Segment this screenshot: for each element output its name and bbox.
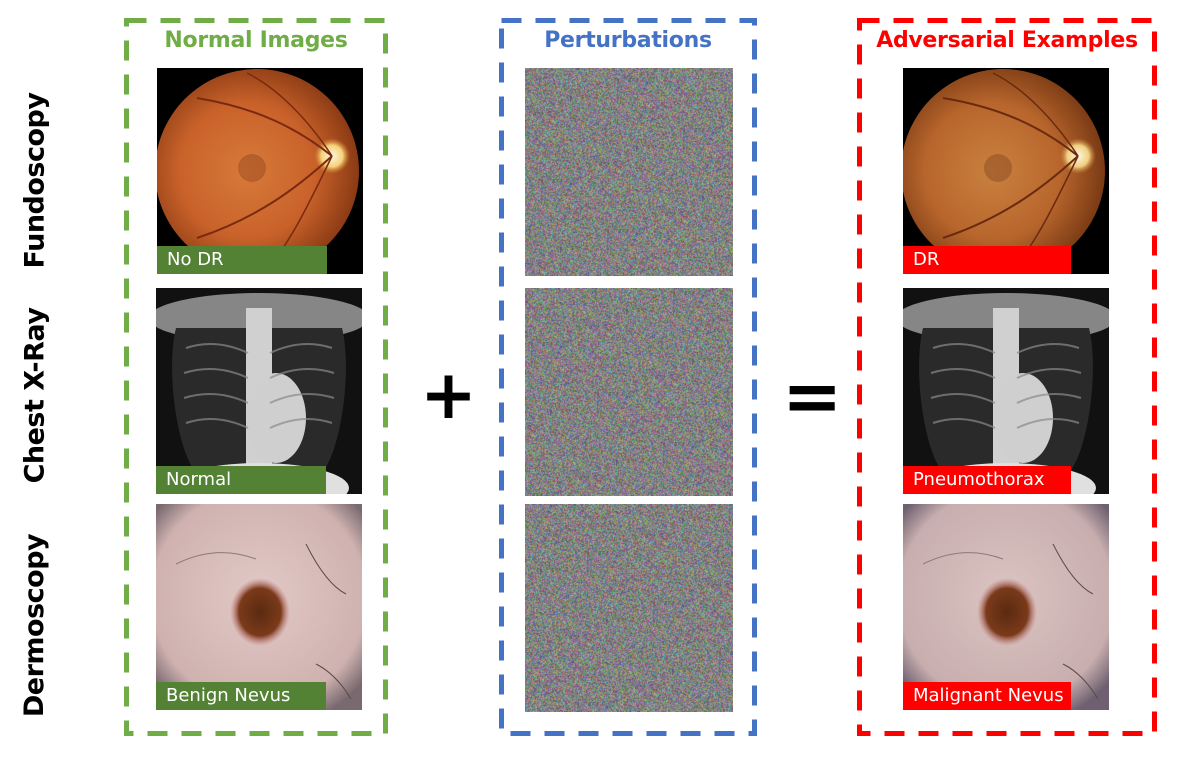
retina-fundus-icon — [903, 68, 1109, 274]
row-label-fundoscopy: Fundoscopy — [0, 80, 70, 280]
row-label-text: Chest X-Ray — [19, 307, 51, 483]
label-tag: Malignant Nevus — [903, 682, 1071, 710]
label-tag: DR — [903, 246, 1071, 274]
chest-xray-icon — [156, 288, 362, 494]
normal-images-panel: Normal Images No DR Normal Benign Nevus — [124, 18, 388, 736]
dermoscopy-image-normal: Benign Nevus — [156, 504, 362, 710]
noise-pattern-icon — [525, 68, 733, 276]
row-label-dermoscopy: Dermoscopy — [0, 520, 70, 730]
label-tag: Normal — [156, 466, 326, 494]
fundus-image-adversarial: DR — [903, 68, 1109, 274]
panel-title: Adversarial Examples — [876, 28, 1138, 53]
retina-fundus-icon — [157, 68, 363, 274]
row-label-chest-xray: Chest X-Ray — [0, 290, 70, 500]
adversarial-examples-panel: Adversarial Examples DR Pneumothorax Mal… — [857, 18, 1157, 736]
perturbation-noise-fundoscopy — [525, 68, 733, 276]
label-tag: Benign Nevus — [156, 682, 326, 710]
noise-pattern-icon — [525, 288, 733, 496]
perturbation-noise-dermoscopy — [525, 504, 733, 712]
dermoscopy-image-adversarial: Malignant Nevus — [903, 504, 1109, 710]
fundus-image-normal: No DR — [157, 68, 363, 274]
panel-title: Perturbations — [544, 28, 712, 53]
chest-xray-image-adversarial: Pneumothorax — [903, 288, 1109, 494]
chest-xray-image-normal: Normal — [156, 288, 362, 494]
noise-pattern-icon — [525, 504, 733, 712]
skin-lesion-icon — [156, 504, 362, 710]
plus-operator: + — [420, 356, 477, 435]
row-label-text: Dermoscopy — [19, 533, 51, 717]
perturbation-noise-chest-xray — [525, 288, 733, 496]
perturbations-panel: Perturbations — [499, 18, 757, 736]
skin-lesion-icon — [903, 504, 1109, 710]
label-tag: No DR — [157, 246, 327, 274]
chest-xray-icon — [903, 288, 1109, 494]
panel-title: Normal Images — [164, 28, 348, 53]
label-tag: Pneumothorax — [903, 466, 1071, 494]
equals-operator: = — [782, 354, 843, 438]
row-label-text: Fundoscopy — [19, 92, 51, 268]
